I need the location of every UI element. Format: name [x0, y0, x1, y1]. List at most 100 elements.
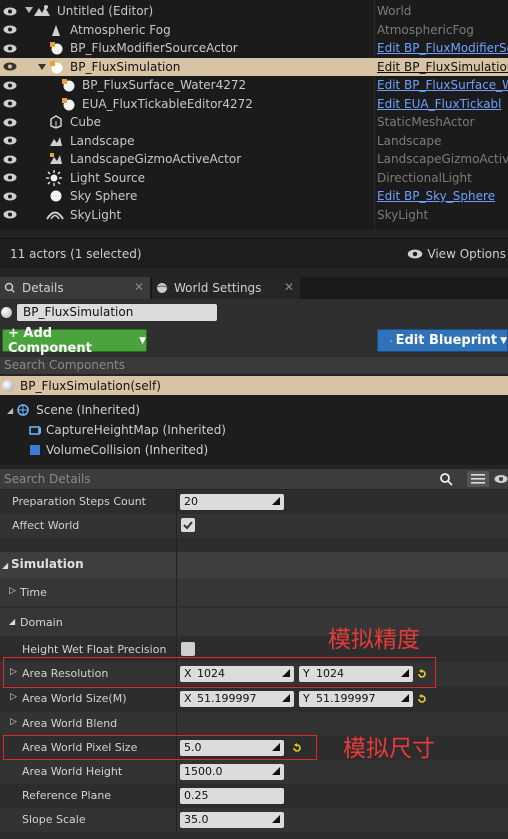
drag-handle-icon[interactable]	[272, 497, 280, 505]
column-divider	[176, 760, 177, 784]
expand-arrow-icon[interactable]: ▷	[10, 692, 17, 702]
outliner-row-sky-sphere[interactable]: Sky Sphere Edit BP_Sky_Sphere	[0, 187, 508, 206]
area-world-size-x-input[interactable]: X 51.199997	[180, 691, 294, 707]
close-icon[interactable]: ✕	[134, 280, 144, 294]
collapse-arrow-icon[interactable]: ◢	[7, 406, 13, 415]
component-self-row[interactable]: BP_FluxSimulation(self)	[0, 376, 508, 395]
search-details-input[interactable]: Search Details	[4, 472, 91, 486]
area-world-size-y-input[interactable]: Y 51.199997	[299, 691, 413, 707]
collapse-arrow-icon[interactable]: ◢	[2, 561, 8, 570]
edit-blueprint-link[interactable]: Edit BP_FluxSimulation	[377, 60, 508, 74]
actor-sphere-icon	[1, 307, 12, 318]
close-icon[interactable]: ✕	[284, 280, 294, 294]
tab-world-settings[interactable]: World Settings ✕	[152, 277, 300, 299]
height-wet-checkbox[interactable]	[181, 642, 195, 656]
visibility-eye-icon[interactable]	[3, 136, 17, 145]
visibility-eye-icon[interactable]	[3, 173, 17, 182]
drag-handle-icon[interactable]	[282, 694, 290, 702]
column-divider	[176, 490, 177, 514]
affect-world-checkbox[interactable]	[181, 518, 195, 532]
property-matrix-icon[interactable]	[467, 471, 489, 487]
visibility-eye-icon[interactable]	[3, 81, 17, 90]
expand-arrow-icon[interactable]	[38, 63, 46, 70]
drag-handle-icon[interactable]	[272, 767, 280, 775]
expand-arrow-icon[interactable]	[25, 7, 33, 13]
preparation-steps-input[interactable]: 20	[180, 494, 284, 510]
search-icon[interactable]	[439, 472, 453, 486]
column-divider	[176, 552, 177, 578]
eye-icon[interactable]	[494, 472, 508, 486]
component-volume-collision[interactable]: VolumeCollision (Inherited)	[28, 443, 208, 457]
component-capture-height-map[interactable]: CaptureHeightMap (Inherited)	[28, 423, 226, 437]
outliner-label: BP_FluxSimulation	[70, 59, 181, 74]
outliner-row-flux-simulation[interactable]: BP_FluxSimulation Edit BP_FluxSimulation	[0, 57, 508, 76]
visibility-eye-icon[interactable]	[3, 44, 17, 53]
visibility-eye-icon[interactable]	[3, 99, 17, 108]
area-world-height-input[interactable]: 1500.0	[180, 764, 284, 780]
visibility-eye-icon[interactable]	[3, 192, 17, 201]
prop-value: 51.199997	[316, 692, 376, 705]
reference-plane-input[interactable]: 0.25	[180, 788, 284, 804]
slope-scale-input[interactable]: 35.0	[180, 812, 284, 828]
outliner-row-world[interactable]: Untitled (Editor) World	[0, 2, 508, 21]
outliner-row-flux-modifier[interactable]: BP_FluxModifierSourceActor Edit BP_FluxM…	[0, 39, 508, 58]
actor-name-field[interactable]: BP_FluxSimulation	[17, 304, 217, 321]
outliner-label: Light Source	[70, 170, 145, 185]
tab-details[interactable]: Details ✕	[0, 277, 150, 299]
expand-arrow-icon[interactable]: ▷	[9, 586, 16, 596]
outliner-row-cube[interactable]: Cube StaticMeshActor	[0, 113, 508, 132]
outliner-row-flux-tickable[interactable]: EUA_FluxTickableEditor4272 Edit EUA_Flux…	[0, 95, 508, 114]
view-options-button[interactable]: View Options	[407, 247, 506, 261]
outliner-row-flux-surface[interactable]: BP_FluxSurface_Water4272 Edit BP_FluxSur…	[0, 76, 508, 95]
edit-blueprint-link[interactable]: Edit BP_Sky_Sphere	[377, 189, 495, 203]
edit-blueprint-label: Edit Blueprint	[395, 333, 498, 348]
drag-handle-icon[interactable]	[401, 694, 409, 702]
outliner-row-atmospheric-fog[interactable]: Atmospheric Fog AtmosphericFog	[0, 21, 508, 40]
outliner-type: LandscapeGizmoActive	[377, 152, 508, 167]
outliner-row-landscape[interactable]: Landscape Landscape	[0, 132, 508, 151]
blueprint-actor-icon	[50, 60, 63, 73]
visibility-eye-icon[interactable]	[3, 7, 17, 16]
scene-component-icon	[17, 404, 29, 416]
category-label: Simulation	[11, 557, 84, 571]
expand-arrow-icon[interactable]: ▷	[10, 717, 17, 727]
visibility-eye-icon[interactable]	[3, 25, 17, 34]
visibility-eye-icon[interactable]	[3, 62, 17, 71]
landscape-icon	[50, 136, 62, 146]
edit-blueprint-button[interactable]: Edit Blueprint ▼	[377, 329, 508, 352]
edit-blueprint-link[interactable]: Edit BP_FluxModifierSo	[377, 41, 508, 55]
visibility-eye-icon[interactable]	[3, 118, 17, 127]
add-component-button[interactable]: + Add Component ▼	[2, 326, 147, 356]
outliner-row-light-source[interactable]: Light Source DirectionalLight	[0, 169, 508, 188]
tab-bar: Details ✕ World Settings ✕	[0, 277, 508, 299]
prop-value: 51.199997	[197, 692, 257, 705]
prop-label: Area World Size(M)	[22, 692, 127, 705]
outliner-label: LandscapeGizmoActiveActor	[70, 152, 242, 167]
category-simulation[interactable]: ◢ Simulation	[0, 552, 508, 578]
drag-handle-icon[interactable]	[272, 815, 280, 823]
column-divider	[176, 712, 177, 736]
subcategory-time[interactable]: ▷ Time	[0, 578, 508, 606]
prop-label: Preparation Steps Count	[12, 495, 146, 508]
outliner-row-landscape-gizmo[interactable]: LandscapeGizmoActiveActor LandscapeGizmo…	[0, 150, 508, 169]
prop-value: 20	[184, 495, 198, 508]
subcategory-domain[interactable]: ◢ Domain	[0, 608, 508, 636]
component-scene[interactable]: ◢ Scene (Inherited)	[7, 403, 140, 417]
collapse-arrow-icon[interactable]: ◢	[9, 617, 15, 626]
prop-value: 1500.0	[184, 765, 223, 778]
outliner-label: EUA_FluxTickableEditor4272	[82, 96, 253, 111]
reset-to-default-icon[interactable]	[417, 694, 427, 704]
visibility-eye-icon[interactable]	[3, 210, 17, 219]
edit-blueprint-link[interactable]: Edit EUA_FluxTickabl	[377, 97, 502, 111]
sphere-icon	[50, 190, 62, 202]
prop-affect-world: Affect World	[0, 514, 508, 538]
self-row-label: BP_FluxSimulation(self)	[20, 378, 161, 393]
edit-blueprint-link[interactable]: Edit BP_FluxSurface_W	[377, 78, 508, 92]
outliner-row-skylight[interactable]: SkyLight SkyLight	[0, 206, 508, 225]
outliner-label: Landscape	[70, 133, 135, 148]
visibility-eye-icon[interactable]	[3, 155, 17, 164]
static-mesh-icon	[50, 115, 62, 129]
blueprint-actor-icon	[2, 379, 14, 392]
outliner-label: BP_FluxSurface_Water4272	[82, 78, 247, 93]
search-components-input[interactable]: Search Components	[0, 357, 508, 374]
